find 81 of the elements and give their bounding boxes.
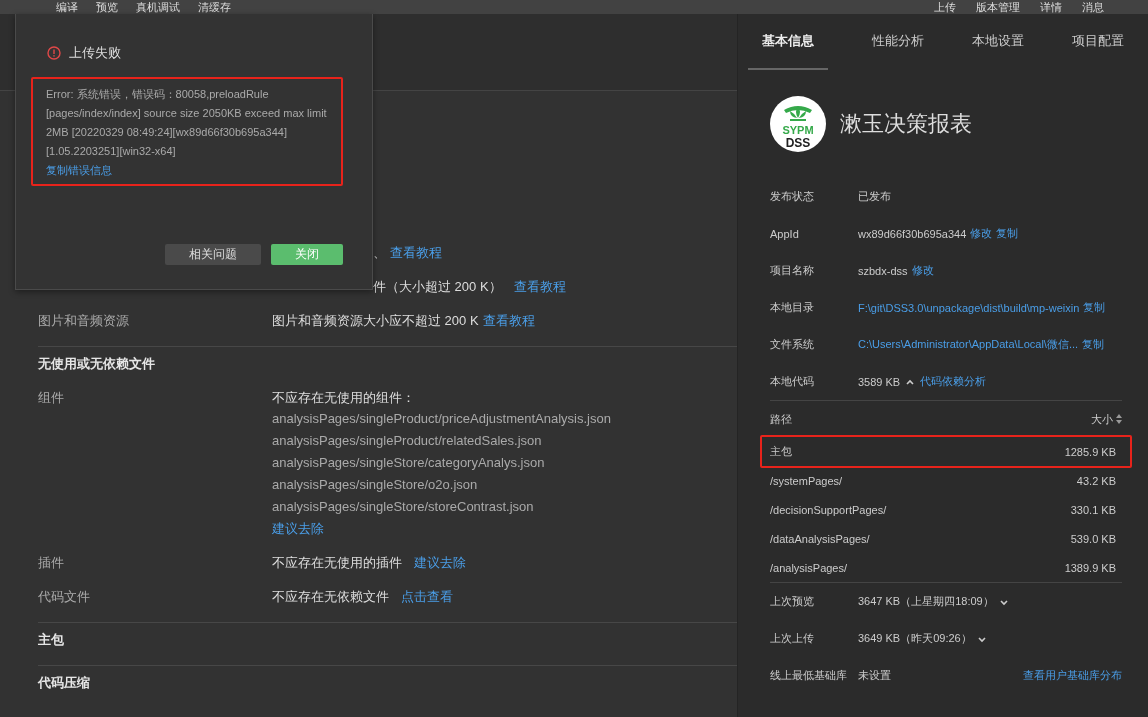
file-path: analysisPages/singleProduct/relatedSales.json bbox=[272, 432, 543, 450]
package-size: 43.2 KB bbox=[1076, 474, 1116, 487]
package-path: /decisionSupportPages/ bbox=[770, 503, 887, 516]
row-label: 插件 bbox=[38, 554, 65, 572]
action-link[interactable]: 复制 bbox=[1083, 300, 1106, 315]
info-label: 本地目录 bbox=[770, 300, 815, 315]
action-link[interactable]: 代码依赖分析 bbox=[920, 374, 987, 389]
info-value: 3589 KB bbox=[858, 375, 901, 388]
row-label: 组件 bbox=[38, 389, 65, 407]
action-link[interactable]: 修改 bbox=[911, 263, 934, 278]
app-name: 漱玉决策报表 bbox=[840, 110, 972, 138]
info-label: 线上最低基础库 bbox=[770, 668, 848, 683]
info-value: 已发布 bbox=[858, 189, 891, 204]
toolbar-button[interactable]: 版本管理 bbox=[976, 0, 1020, 14]
toolbar-button[interactable]: 预览 bbox=[96, 0, 118, 14]
package-path: 主包 bbox=[770, 444, 792, 459]
info-value: 未设置 bbox=[858, 668, 892, 683]
app-logo: SYPM DSS bbox=[770, 96, 826, 152]
section-title: 代码压缩 bbox=[38, 674, 91, 692]
info-label: 上次预览 bbox=[770, 594, 815, 609]
sort-icon bbox=[1116, 414, 1122, 424]
file-path: analysisPages/singleStore/storeContrast.json bbox=[272, 498, 535, 516]
package-size: 1285.9 KB bbox=[1064, 445, 1116, 458]
package-path: /analysisPages/ bbox=[770, 561, 848, 574]
toolbar-button[interactable]: 上传 bbox=[934, 0, 956, 14]
rule-text: 件（大小超过 200 K） bbox=[373, 278, 502, 296]
tab[interactable]: 性能分析 bbox=[848, 14, 948, 70]
related-button[interactable]: 相关问题 bbox=[165, 244, 261, 265]
rule-text: 不应存在无使用的插件 bbox=[272, 554, 402, 572]
info-label: 文件系统 bbox=[770, 337, 815, 352]
file-path: analysisPages/singleProduct/priceAdjustmentAnalysis.json bbox=[272, 410, 611, 428]
column-header: 路径 bbox=[770, 411, 792, 427]
info-label: 发布状态 bbox=[770, 189, 815, 204]
toolbar-button[interactable]: 编译 bbox=[56, 0, 78, 14]
package-path: /dataAnalysisPages/ bbox=[770, 532, 870, 545]
error-message: Error: 系统错误，错误码：80058,preloadRule [pages/index/index] source size 2050KB exceed max limit 2MB [20220329 08:49:24][wx89d66f30b695a344] [1.05.2203251][win32-x64] bbox=[46, 87, 328, 159]
action-link[interactable]: 查看教程 bbox=[482, 304, 535, 338]
info-label: 上次上传 bbox=[770, 631, 815, 646]
info-label: AppId bbox=[770, 227, 800, 240]
file-path: analysisPages/singleStore/o2o.json bbox=[272, 476, 479, 494]
package-size: 330.1 KB bbox=[1070, 503, 1116, 516]
section-title: 无使用或无依赖文件 bbox=[38, 355, 156, 373]
action-link[interactable]: 复制 bbox=[1082, 337, 1105, 352]
section-title: 主包 bbox=[38, 631, 65, 649]
package-size: 1389.9 KB bbox=[1064, 561, 1116, 574]
rule-text: 不应存在无使用的组件： bbox=[272, 389, 416, 407]
path-link[interactable]: F:\git\DSS3.0\unpackage\dist\build\mp-weixin bbox=[858, 301, 1080, 314]
tutorial-link[interactable]: 查看教程 bbox=[513, 270, 566, 304]
action-link[interactable]: 建议去除 bbox=[272, 518, 611, 546]
tab[interactable]: 本地设置 bbox=[948, 14, 1048, 70]
info-label: 本地代码 bbox=[770, 374, 815, 389]
action-link[interactable]: 修改 bbox=[970, 226, 993, 241]
action-link[interactable]: 查看用户基础库分布 bbox=[1023, 668, 1122, 683]
action-link[interactable]: 点击查看 bbox=[401, 580, 453, 614]
dialog-title: 上传失败 bbox=[69, 44, 121, 62]
toolbar-button[interactable]: 详情 bbox=[1040, 0, 1062, 14]
info-value: szbdx-dss bbox=[858, 264, 908, 277]
rule-text: 图片和音频资源大小应不超过 200 K bbox=[272, 312, 479, 330]
rule-text: 不应存在无依赖文件 bbox=[272, 588, 389, 606]
row-label: 图片和音频资源 bbox=[38, 312, 130, 330]
copy-error-link[interactable]: 复制错误信息 bbox=[46, 161, 112, 180]
toolbar-button[interactable]: 消息 bbox=[1082, 0, 1104, 14]
tab[interactable]: 项目配置 bbox=[1048, 14, 1148, 70]
column-header[interactable]: 大小 bbox=[1091, 411, 1113, 427]
info-value: wx89d66f30b695a344 bbox=[858, 227, 967, 240]
path-link[interactable]: C:\Users\Administrator\AppData\Local\微信... bbox=[858, 337, 1079, 352]
tab[interactable]: 基本信息 bbox=[748, 14, 828, 70]
error-icon bbox=[47, 46, 61, 60]
row-label: 代码文件 bbox=[38, 588, 91, 606]
file-path: analysisPages/singleStore/categoryAnalys.json bbox=[272, 454, 546, 472]
toolbar-button[interactable]: 真机调试 bbox=[136, 0, 180, 14]
info-label: 项目名称 bbox=[770, 263, 815, 278]
package-path: /systemPages/ bbox=[770, 474, 843, 487]
tutorial-link[interactable]: 查看教程 bbox=[390, 236, 442, 270]
info-value: 3649 KB（昨天09:26） bbox=[858, 631, 972, 646]
toolbar-button[interactable]: 清缓存 bbox=[198, 0, 231, 14]
action-link[interactable]: 建议去除 bbox=[414, 546, 466, 580]
action-link[interactable]: 复制 bbox=[996, 226, 1019, 241]
package-size: 539.0 KB bbox=[1070, 532, 1116, 545]
rule-text: 、 bbox=[373, 244, 386, 262]
info-value: 3647 KB（上星期四18:09） bbox=[858, 594, 994, 609]
